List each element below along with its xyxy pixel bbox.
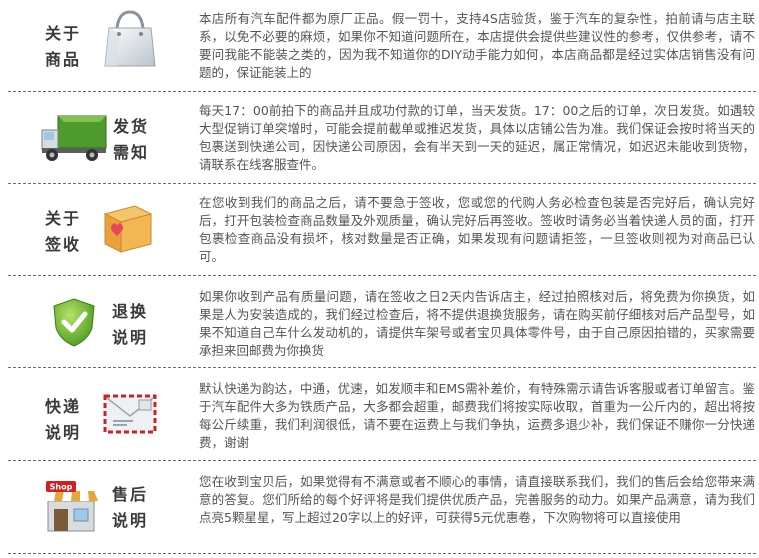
section-header: 快递 说明 xyxy=(0,368,190,460)
section-body: 您在收到宝贝后，如果觉得有不满意或者不顺心的事情，请直接联系我们，我们的售后会给… xyxy=(199,474,755,525)
section-about-products: 关于 商品 本店所有汽车配件都为原厂正品。假一罚十，支持4S店验货，鉴于汽车的复… xyxy=(0,0,759,92)
title-line-1: 退换 xyxy=(111,302,148,321)
section-header: 发货 需知 xyxy=(0,92,190,184)
section-header: 关于 签收 xyxy=(0,184,190,276)
section-header: Shop 售后 说明 xyxy=(0,461,190,553)
title-line-2: 说明 xyxy=(44,423,81,442)
section-header: 关于 商品 xyxy=(0,0,190,92)
title-line-1: 售后 xyxy=(111,485,148,504)
section-body: 本店所有汽车配件都为原厂正品。假一罚十，支持4S店验货，鉴于汽车的复杂性，拍前请… xyxy=(199,11,755,80)
section-body: 默认快递为韵达，中通，优速，如发顺丰和EMS需补差价，有特殊需示请告诉客服或者订… xyxy=(199,381,755,450)
title-line-1: 关于 xyxy=(44,24,81,43)
section-title: 快递 说明 xyxy=(43,394,83,446)
title-line-2: 商品 xyxy=(44,50,81,69)
section-title: 关于 签收 xyxy=(43,206,83,258)
section-return-exchange: 退换 说明 如果你收到产品有质量问题，请在签收之日2天内告诉店主，经过拍照核对后… xyxy=(0,276,759,368)
section-body: 在您收到我们的商品之后，请不要急于签收，您或您的代购人务必检查包装是否完好后，确… xyxy=(199,195,755,264)
section-title: 退换 说明 xyxy=(110,299,150,351)
shopping-bag-icon xyxy=(99,6,161,74)
title-line-2: 需知 xyxy=(112,143,149,162)
section-header: 退换 说明 xyxy=(0,276,190,368)
envelope-icon xyxy=(103,392,157,440)
section-after-sales: Shop 售后 说明 您在收到宝贝后，如果觉得有不满意或者不顺心的事情，请直接联… xyxy=(0,461,759,553)
section-courier: 快递 说明 默认快递为韵达，中通，优速，如发顺丰和EMS需补差价，有特殊需示请告… xyxy=(0,368,759,460)
section-body: 如果你收到产品有质量问题，请在签收之日2天内告诉店主，经过拍照核对后，将免费为你… xyxy=(199,289,755,358)
check-shield-icon xyxy=(50,296,98,352)
section-about-signing: 关于 签收 在您收到我们的商品之后，请不要急于签收，您或您的代购人务必检查包装是… xyxy=(0,184,759,276)
shop-storefront-icon: Shop xyxy=(40,479,102,539)
section-title: 发货 需知 xyxy=(111,114,151,166)
shop-sign-text: Shop xyxy=(50,483,73,492)
title-line-2: 说明 xyxy=(111,328,148,347)
section-divider xyxy=(8,553,756,554)
title-line-1: 关于 xyxy=(44,209,81,228)
section-title: 关于 商品 xyxy=(43,21,83,73)
title-line-1: 发货 xyxy=(112,117,149,136)
title-line-2: 说明 xyxy=(111,511,148,530)
delivery-truck-icon xyxy=(40,112,108,168)
title-line-2: 签收 xyxy=(44,235,81,254)
section-title: 售后 说明 xyxy=(110,482,150,534)
package-box-icon xyxy=(101,200,155,260)
section-body: 每天17：00前拍下的商品并且成功付款的订单，当天发货。17：00之后的订单，次… xyxy=(199,103,755,172)
title-line-1: 快递 xyxy=(44,397,81,416)
section-shipping-notice: 发货 需知 每天17：00前拍下的商品并且成功付款的订单，当天发货。17：00之… xyxy=(0,92,759,184)
